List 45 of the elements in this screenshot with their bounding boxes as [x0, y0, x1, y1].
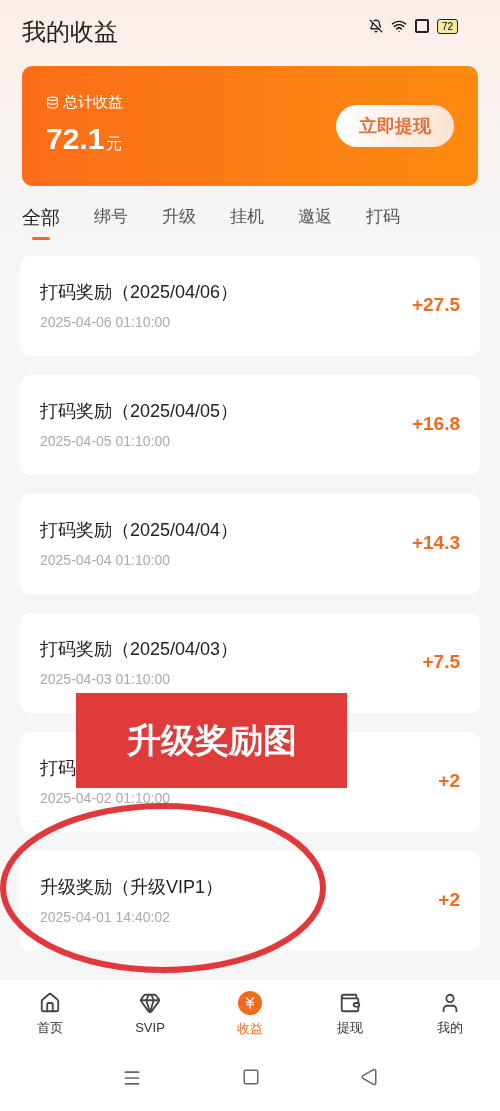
- coins-icon: [46, 96, 59, 109]
- currency-unit: 元: [106, 133, 123, 154]
- filter-tab[interactable]: 全部: [22, 204, 60, 244]
- record-title: 打码奖励（2025/04/04）: [40, 518, 239, 542]
- record-amount: +2: [438, 769, 460, 794]
- earnings-amount: 72.1: [46, 120, 105, 157]
- earnings-label: 总计收益: [63, 92, 123, 113]
- wifi-icon: [390, 18, 407, 34]
- record-amount: +7.5: [422, 650, 460, 675]
- record-title: 升级奖励（升级VIP1）: [40, 875, 224, 899]
- filter-tab[interactable]: 挂机: [230, 204, 264, 244]
- yen-icon: [238, 991, 262, 1016]
- page-title: 我的收益: [22, 17, 118, 47]
- record-title: 打码奖励（2025/04/05）: [40, 399, 239, 423]
- nav-tab[interactable]: SVIP: [115, 992, 185, 1038]
- diamond-icon: [139, 992, 161, 1015]
- home-button-icon[interactable]: [242, 1068, 260, 1086]
- record-time: 2025-04-02 01:10:00: [40, 788, 170, 808]
- mute-icon: [368, 19, 383, 33]
- record-title: 打码奖励（2025/04/06）: [40, 280, 239, 304]
- battery-indicator: 72: [436, 18, 458, 34]
- filter-tab[interactable]: 邀返: [298, 204, 332, 244]
- filter-tab[interactable]: 升级: [162, 204, 196, 244]
- sim-icon: [414, 19, 429, 33]
- record-amount: +2: [438, 888, 460, 913]
- record-time: 2025-04-05 01:10:00: [40, 431, 171, 451]
- record-title: 打码奖励（2025/04/03）: [40, 637, 239, 661]
- record-amount: +27.5: [411, 293, 460, 318]
- record-time: 2025-04-03 01:10:00: [40, 669, 171, 689]
- menu-icon[interactable]: [122, 1068, 142, 1088]
- record-amount: +16.8: [411, 412, 460, 437]
- filter-tab[interactable]: 打码: [366, 204, 400, 244]
- nav-tab[interactable]: 首页: [15, 992, 85, 1038]
- nav-tab[interactable]: 提现: [315, 992, 385, 1038]
- filter-tab[interactable]: 绑号: [94, 204, 128, 244]
- annotation-label: 升级奖励图: [76, 693, 347, 788]
- wallet-icon: [339, 992, 361, 1015]
- record-title: 打码: [40, 756, 77, 780]
- home-icon: [39, 992, 61, 1015]
- record-time: 2025-04-01 14:40:02: [40, 907, 171, 927]
- record-time: 2025-04-06 01:10:00: [40, 312, 171, 332]
- back-icon[interactable]: [360, 1068, 378, 1086]
- record-time: 2025-04-04 01:10:00: [40, 550, 171, 570]
- record-amount: +14.3: [411, 531, 460, 556]
- nav-tab[interactable]: 我的: [415, 992, 485, 1038]
